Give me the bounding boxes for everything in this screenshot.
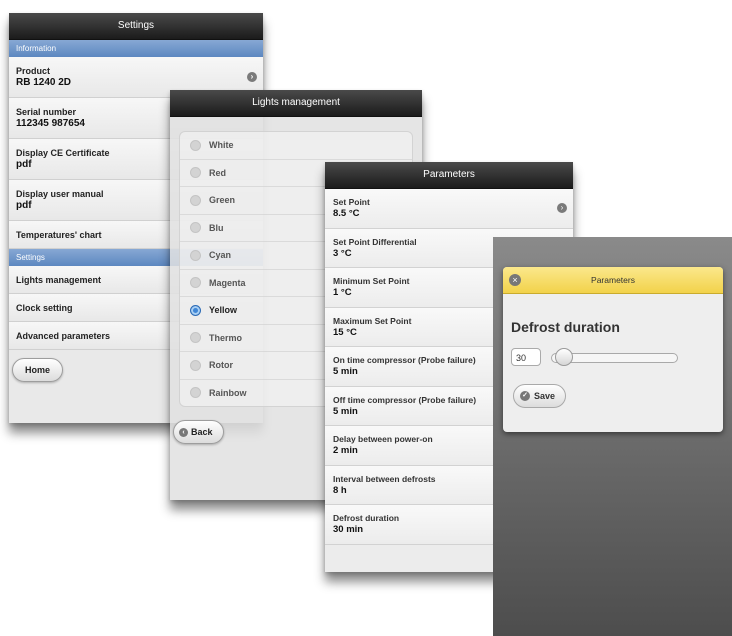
radio-icon [190,332,201,344]
back-label: Back [191,427,213,437]
option-label: Magenta [209,277,246,288]
option-label: Green [209,195,236,205]
dialog-title: Defrost duration [511,319,620,335]
save-label: Save [534,391,556,401]
defrost-slider-handle[interactable] [555,348,573,366]
param-label: Set Point [333,197,370,208]
chevron-right-icon: › [247,72,257,82]
settings-header: Settings [9,13,263,40]
lights-header: Lights management [170,90,422,117]
radio-icon [190,167,201,179]
light-option-white[interactable]: White [180,132,412,160]
radio-icon [190,249,201,261]
dialog-header: × Parameters [503,267,723,294]
defrost-dialog: × Parameters Defrost duration 30 ✓ Save [503,267,723,432]
product-label: Product [16,66,51,76]
defrost-overlay: × Parameters Defrost duration 30 ✓ Save [493,237,732,636]
option-label: Rotor [209,360,233,370]
radio-icon [190,139,201,151]
param-row[interactable]: Set Point 8.5 °C › [325,189,573,229]
defrost-value-input[interactable]: 30 [511,348,541,366]
save-icon: ✓ [520,391,530,401]
option-label: White [209,140,234,150]
option-label: Cyan [209,250,232,260]
option-label: Thermo [209,332,243,343]
dialog-header-title: Parameters [591,275,635,285]
option-label: Rainbow [209,387,247,398]
close-icon[interactable]: × [509,274,521,286]
option-label: Red [209,167,227,178]
radio-icon [190,277,201,289]
radio-icon [190,359,201,371]
back-button[interactable]: ‹ Back [173,420,224,444]
product-value: RB 1240 2D [16,77,72,88]
radio-selected-icon [190,304,201,316]
option-label: Yellow [209,305,238,315]
home-button[interactable]: Home [12,358,64,382]
save-button[interactable]: ✓ Save [513,384,567,408]
parameters-header: Parameters [325,162,573,189]
radio-icon [190,387,201,399]
section-information: Information [9,40,263,57]
radio-icon [190,222,201,234]
option-label: Blu [209,222,224,233]
radio-icon [190,194,201,206]
back-arrow-icon: ‹ [179,427,188,437]
chevron-right-icon: › [557,203,567,214]
param-value: 8.5 °C [333,208,360,220]
